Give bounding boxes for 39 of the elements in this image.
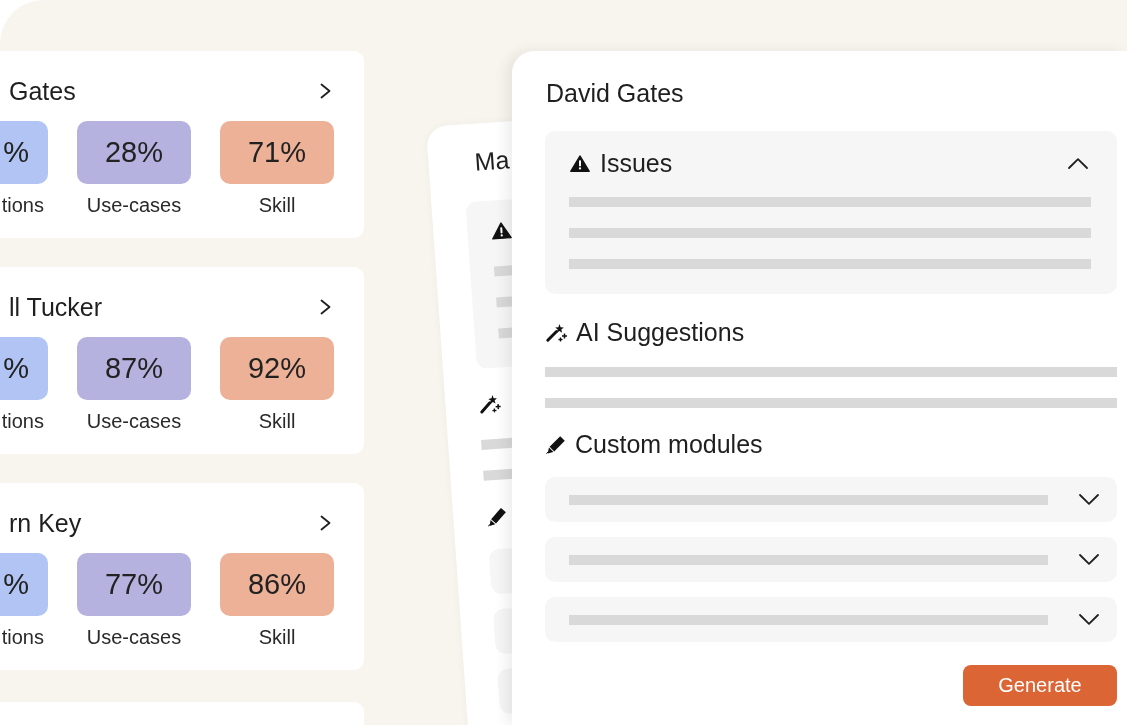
chevron-right-icon[interactable] [320, 515, 331, 531]
warning-icon [570, 154, 590, 172]
section-title: Issues [600, 149, 673, 177]
score-tile: % [0, 337, 48, 400]
score-tile: 86% [220, 553, 334, 616]
metric-label: Use-cases [85, 409, 183, 433]
chevron-down-icon[interactable] [1079, 614, 1099, 625]
score-tile: % [0, 553, 48, 616]
person-name: David Gates [546, 78, 684, 108]
magic-wand-icon [478, 393, 502, 414]
chevron-down-icon[interactable] [1079, 554, 1099, 565]
metric-label: Skill [257, 625, 297, 649]
metric-label: Skill [257, 193, 297, 217]
metric-label: tions [0, 409, 45, 433]
chevron-right-icon[interactable] [320, 299, 331, 315]
section-title: AI Suggestions [576, 318, 745, 346]
person-name: Gates [9, 76, 76, 106]
score-tile: 71% [220, 121, 334, 184]
score-tile: 77% [77, 553, 191, 616]
metric-label: Skill [257, 409, 297, 433]
person-name: ll Tucker [9, 292, 103, 322]
person-name: rn Key [9, 508, 82, 538]
score-tile: 28% [77, 121, 191, 184]
score-tile: % [0, 121, 48, 184]
score-tile: 92% [220, 337, 334, 400]
score-tile: 87% [77, 337, 191, 400]
metric-label: tions [0, 193, 45, 217]
pencil-icon [486, 506, 508, 527]
section-title: Custom modules [575, 430, 763, 458]
generate-button[interactable]: Generate [963, 665, 1117, 706]
chevron-up-icon[interactable] [1068, 157, 1088, 169]
chevron-down-icon[interactable] [1079, 494, 1099, 505]
metric-label: Use-cases [85, 193, 183, 217]
pencil-icon [546, 434, 566, 454]
chevron-right-icon[interactable] [320, 83, 331, 99]
magic-wand-icon [546, 322, 567, 342]
metric-label: tions [0, 625, 45, 649]
metric-label: Use-cases [85, 625, 183, 649]
card-title: Ma [473, 144, 511, 177]
